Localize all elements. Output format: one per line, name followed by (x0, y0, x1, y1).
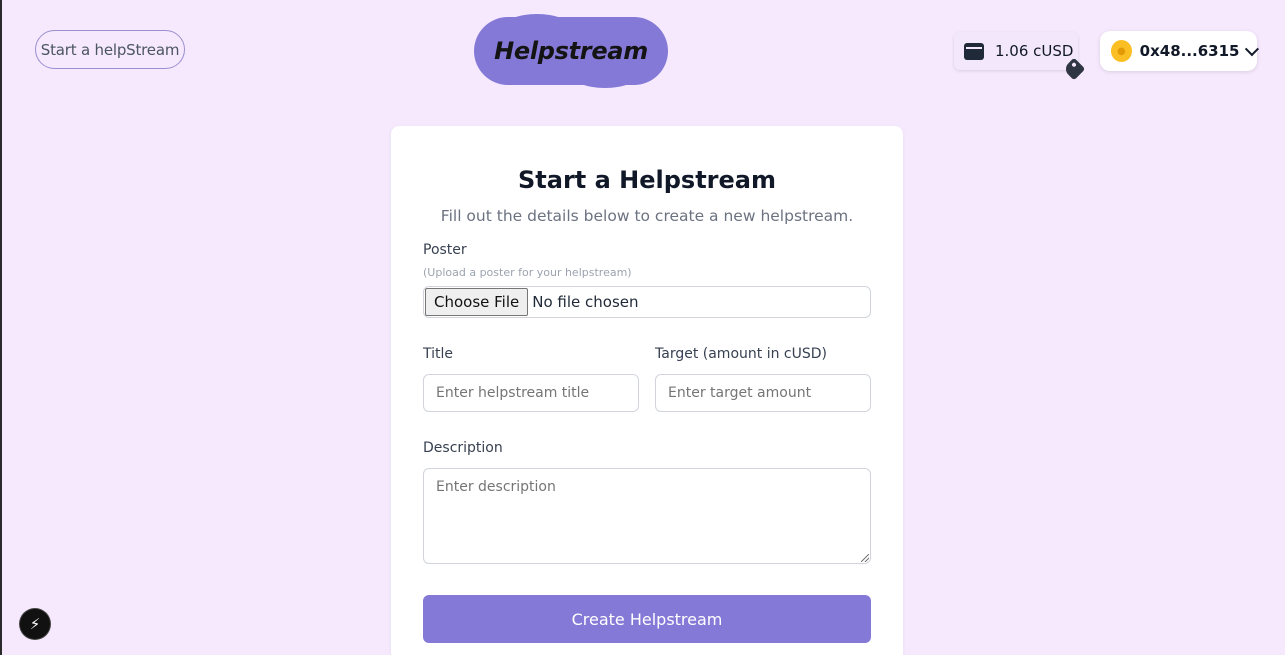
poster-label: Poster (423, 242, 467, 258)
start-helpstream-link[interactable]: Start a helpStream (35, 30, 185, 69)
page-title: Start a Helpstream (517, 166, 776, 194)
logo-text: Helpstream (494, 37, 648, 65)
poster-file-input[interactable]: Choose File No file chosen (423, 286, 871, 318)
wallet-icon (964, 42, 984, 60)
file-status: No file chosen (532, 293, 639, 311)
balance-value: 1.06 cUSD (995, 42, 1074, 60)
target-label: Target (amount in cUSD) (655, 346, 827, 362)
choose-file-button[interactable]: Choose File (425, 288, 529, 316)
description-textarea[interactable] (423, 468, 871, 564)
create-helpstream-button[interactable]: Create Helpstream (423, 595, 871, 643)
page-subtitle: Fill out the details below to create a n… (440, 207, 854, 225)
account-button[interactable]: ● 0x48...6315 (1100, 31, 1260, 71)
title-label: Title (423, 346, 454, 362)
description-label: Description (423, 440, 503, 456)
balance-display: 1.06 cUSD (954, 32, 1078, 70)
lightning-icon[interactable]: ⚡︎ (20, 609, 50, 639)
page: Start a helpStream Helpstream 1.06 cUSD … (0, 0, 1285, 655)
account-address: 0x48...6315 (1139, 42, 1240, 60)
logo[interactable]: Helpstream (474, 14, 668, 88)
title-input[interactable] (423, 374, 639, 412)
chevron-down-icon (1245, 41, 1260, 56)
avatar: ● (1111, 40, 1132, 62)
create-helpstream-card: Start a Helpstream Fill out the details … (391, 126, 903, 655)
target-input[interactable] (655, 374, 871, 412)
poster-hint: (Upload a poster for your helpstream) (423, 266, 632, 279)
resize-handle[interactable] (861, 554, 869, 562)
